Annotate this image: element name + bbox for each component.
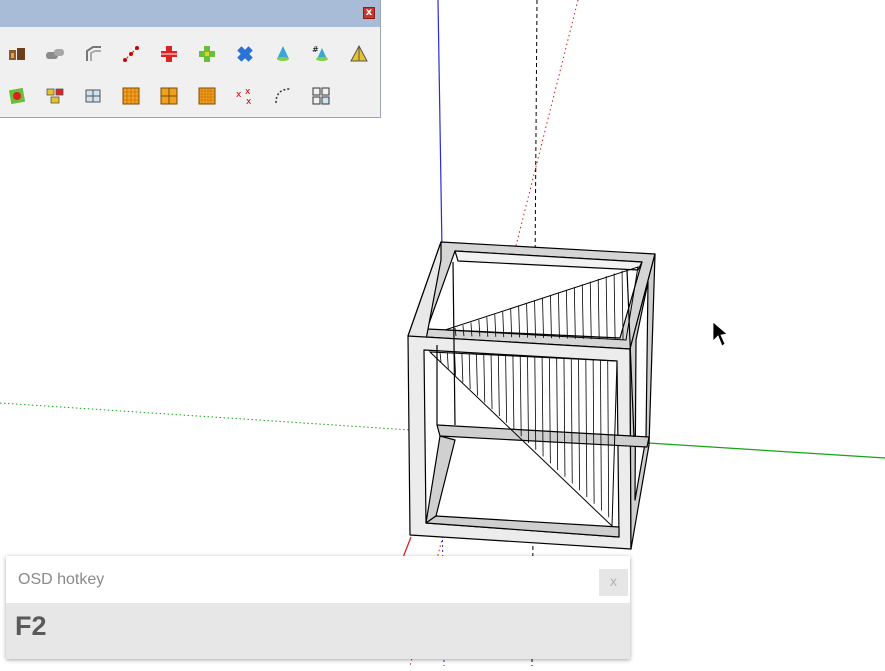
grid-half-icon[interactable] [156, 83, 182, 109]
svg-text:x: x [246, 97, 252, 106]
profile-icon[interactable] [80, 41, 106, 67]
points-icon[interactable] [118, 41, 144, 67]
walls-icon[interactable] [4, 41, 30, 67]
cone-icon[interactable] [270, 41, 296, 67]
offset-cross-icon[interactable] [194, 41, 220, 67]
arc-points-icon[interactable] [270, 83, 296, 109]
scatter-icon[interactable]: xxx [232, 83, 258, 109]
osd-hotkey-value: F2 [15, 611, 47, 641]
osd-hotkey-panel: OSD hotkey x F2 [6, 556, 630, 659]
triangle-icon[interactable] [346, 41, 372, 67]
grid-icon[interactable] [118, 83, 144, 109]
blue-axis [437, 0, 443, 251]
osd-body: F2 [6, 603, 630, 659]
paint-icon[interactable] [4, 83, 30, 109]
green-axis [0, 402, 411, 431]
mouse-cursor-icon [712, 321, 728, 347]
components-icon[interactable] [42, 83, 68, 109]
svg-text:x: x [236, 90, 242, 100]
array-icon[interactable] [308, 83, 334, 109]
svg-text:#: # [312, 45, 319, 54]
move-cross-icon[interactable] [156, 41, 182, 67]
green-axis-solid [647, 442, 885, 459]
grid-fill-icon[interactable] [194, 83, 220, 109]
box-icon[interactable] [80, 83, 106, 109]
hash-cone-icon[interactable]: # [308, 41, 334, 67]
toolbar-close-button[interactable]: x [363, 7, 375, 19]
cube-frame[interactable] [407, 241, 656, 550]
osd-title: OSD hotkey [18, 571, 105, 588]
svg-text:x: x [245, 87, 251, 97]
toolbar-titlebar[interactable]: x [0, 0, 380, 27]
osd-close-button[interactable]: x [599, 569, 628, 596]
rotate-icon[interactable] [232, 41, 258, 67]
pipes-icon[interactable] [42, 41, 68, 67]
plugin-toolbar[interactable]: x # x x x [0, 0, 381, 118]
